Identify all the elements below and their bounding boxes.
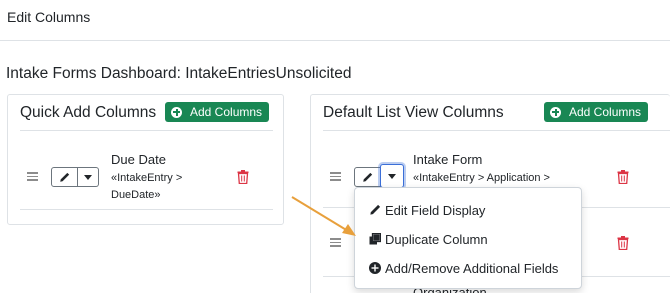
menu-item-label: Edit Field Display	[385, 202, 486, 218]
column-path: «IntakeEntry > Application >	[413, 172, 550, 184]
quick-add-title: Quick Add Columns	[20, 104, 157, 121]
trash-icon[interactable]	[237, 170, 249, 184]
drag-handle-icon[interactable]	[330, 238, 341, 247]
edit-column-button[interactable]	[51, 167, 78, 187]
default-list-card-header: Default List View Columns Add Columns	[311, 95, 670, 129]
trash-icon[interactable]	[617, 236, 629, 250]
column-path: DueDate»	[111, 189, 161, 201]
drag-handle-icon[interactable]	[330, 172, 341, 181]
pencil-icon	[368, 204, 381, 217]
column-actions-dropdown: Edit Field Display Duplicate Column Add/…	[354, 187, 582, 289]
column-name: Due Date	[111, 152, 166, 167]
divider	[20, 130, 273, 131]
pencil-icon	[60, 172, 70, 182]
menu-item-label: Duplicate Column	[385, 231, 488, 247]
column-name: Intake Form	[413, 152, 483, 167]
column-menu-toggle[interactable]	[380, 164, 404, 188]
quick-add-columns-button-label: Add Columns	[190, 105, 263, 119]
page-subtitle: Intake Forms Dashboard: IntakeEntriesUns…	[6, 65, 352, 82]
modal-header: Edit Columns	[0, 0, 670, 41]
column-action-button-group	[51, 167, 99, 187]
pencil-icon	[363, 172, 373, 182]
modal-title: Edit Columns	[7, 9, 91, 25]
edit-column-button[interactable]	[354, 167, 381, 187]
drag-handle-icon[interactable]	[27, 172, 38, 181]
column-action-button-group	[354, 164, 404, 188]
copy-icon	[368, 233, 381, 246]
chevron-down-icon	[388, 173, 396, 179]
divider	[20, 209, 273, 210]
menu-item-label: Add/Remove Additional Fields	[385, 260, 559, 276]
menu-item-duplicate-column[interactable]: Duplicate Column	[368, 229, 488, 249]
plus-circle-icon	[368, 262, 381, 275]
plus-circle-icon	[550, 106, 561, 118]
menu-item-add-remove-fields[interactable]: Add/Remove Additional Fields	[368, 258, 558, 278]
menu-item-edit-field-display[interactable]: Edit Field Display	[368, 200, 485, 220]
default-add-columns-button[interactable]: Add Columns	[544, 102, 649, 122]
quick-add-card-header: Quick Add Columns Add Columns	[8, 95, 283, 129]
plus-circle-icon	[171, 106, 182, 118]
column-menu-toggle[interactable]	[78, 167, 99, 187]
divider	[323, 130, 670, 131]
column-path: «IntakeEntry >	[111, 172, 183, 184]
quick-add-card: Quick Add Columns Add Columns Due Date «…	[7, 94, 284, 225]
trash-icon[interactable]	[617, 170, 629, 184]
quick-add-columns-button[interactable]: Add Columns	[165, 102, 270, 122]
default-list-title: Default List View Columns	[323, 104, 504, 121]
chevron-down-icon	[84, 174, 92, 180]
default-add-columns-button-label: Add Columns	[569, 105, 642, 119]
